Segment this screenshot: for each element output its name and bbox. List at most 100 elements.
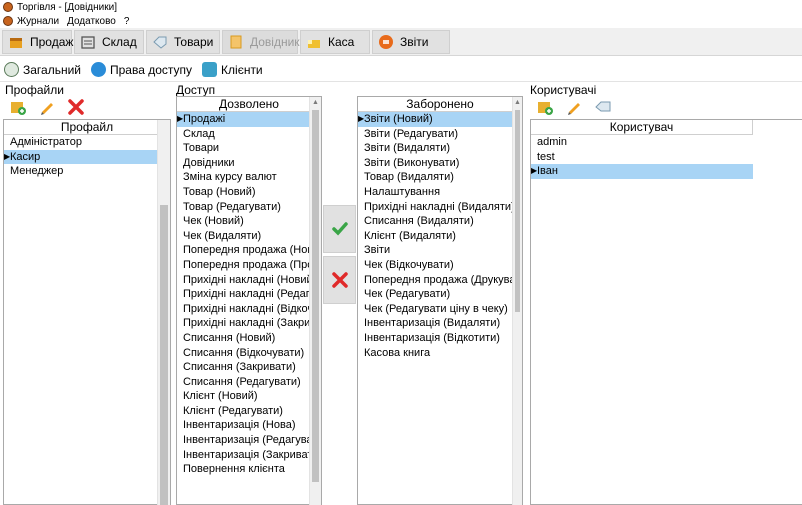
add-icon	[538, 102, 553, 115]
allowed-permission-row[interactable]: Товар (Редагувати)	[177, 200, 321, 215]
denied-permission-row[interactable]: Товар (Видаляти)	[358, 170, 522, 185]
tab-general[interactable]: Загальний	[4, 62, 81, 77]
denied-permission-row[interactable]: Інвентаризація (Видаляти)	[358, 316, 522, 331]
allow-button[interactable]	[323, 205, 356, 253]
menu-help[interactable]: ?	[124, 16, 130, 27]
toolbar-goods-button[interactable]: Товари	[146, 30, 220, 54]
users-grid[interactable]: Користувач admin test ▶ Іван	[530, 119, 802, 505]
allowed-permission-label: Попередня продажа (Провод	[183, 258, 322, 271]
allowed-permission-row[interactable]: Інвентаризація (Редагувати)	[177, 433, 321, 448]
allowed-permission-row[interactable]: Попередня продажа (Провод	[177, 258, 321, 273]
denied-permission-row[interactable]: Клієнт (Видаляти)	[358, 229, 522, 244]
profile-label: Касир	[10, 150, 41, 163]
denied-permission-row[interactable]: Списання (Видаляти)	[358, 214, 522, 229]
allowed-permission-label: Повернення клієнта	[183, 463, 285, 476]
menu-bar: Журнали Додатково ?	[0, 14, 802, 28]
denied-permission-label: Звіти (Виконувати)	[364, 156, 460, 169]
add-user-button[interactable]	[535, 97, 555, 117]
allowed-permission-row[interactable]: Прихідні накладні (Закривати	[177, 316, 321, 331]
allowed-permission-row[interactable]: Прихідні накладні (Новий)	[177, 273, 321, 288]
allowed-scrollbar[interactable]: ▲	[309, 97, 321, 505]
pencil-icon	[568, 103, 580, 115]
user-row[interactable]: test	[531, 150, 753, 165]
denied-permission-row[interactable]: Інвентаризація (Відкотити)	[358, 331, 522, 346]
allowed-permission-row[interactable]: Прихідні накладні (Відкочува	[177, 302, 321, 317]
denied-permission-row[interactable]: Попередня продажа (Друкувати	[358, 273, 522, 288]
allowed-permission-row[interactable]: Чек (Новий)	[177, 214, 321, 229]
denied-permission-row[interactable]: Звіти (Видаляти)	[358, 141, 522, 156]
allowed-permission-row[interactable]: Зміна курсу валют	[177, 170, 321, 185]
allowed-permission-label: Списання (Закривати)	[183, 361, 296, 374]
allowed-permission-row[interactable]: Списання (Відкочувати)	[177, 346, 321, 361]
allowed-permission-row[interactable]: Списання (Редагувати)	[177, 375, 321, 390]
edit-user-button[interactable]	[564, 97, 584, 117]
toolbar-warehouse-button[interactable]: Склад	[74, 30, 144, 54]
allowed-permission-row[interactable]: Клієнт (Новий)	[177, 389, 321, 404]
delete-profile-button[interactable]	[66, 97, 86, 117]
toolbar-directories-button[interactable]: Довідники	[222, 30, 306, 54]
allowed-permission-label: Клієнт (Новий)	[183, 390, 258, 403]
allowed-permission-row[interactable]: Склад	[177, 127, 321, 142]
profile-row[interactable]: Менеджер	[4, 164, 170, 179]
profile-row[interactable]: ▶ Касир	[4, 149, 170, 165]
allowed-permission-label: Продажі	[183, 113, 226, 125]
denied-permission-label: Інвентаризація (Відкотити)	[364, 331, 500, 344]
profiles-header: Профайл	[4, 120, 170, 135]
denied-permission-row[interactable]: Чек (Редагувати ціну в чеку)	[358, 302, 522, 317]
user-row[interactable]: admin	[531, 135, 753, 150]
user-tag-button[interactable]	[593, 97, 613, 117]
user-row[interactable]: ▶ Іван	[531, 164, 753, 179]
profiles-scroll-thumb[interactable]	[160, 205, 168, 505]
cart-icon	[8, 34, 24, 50]
allowed-permission-row[interactable]: Прихідні накладні (Редагува	[177, 287, 321, 302]
allowed-permission-label: Списання (Відкочувати)	[183, 346, 305, 359]
allowed-permission-row[interactable]: Інвентаризація (Нова)	[177, 418, 321, 433]
denied-permission-row[interactable]: ▶ Звіти (Новий)	[358, 112, 522, 127]
denied-permission-row[interactable]: Чек (Відкочувати)	[358, 258, 522, 273]
allowed-permission-row[interactable]: Інвентаризація (Закривати)	[177, 448, 321, 463]
profiles-scrollbar[interactable]	[157, 120, 170, 505]
allowed-permission-row[interactable]: Довідники	[177, 156, 321, 171]
scroll-up-icon[interactable]: ▲	[513, 97, 522, 109]
deny-button[interactable]	[323, 256, 356, 304]
menu-journals[interactable]: Журнали	[17, 16, 59, 27]
toolbar-cash-button[interactable]: Каса	[300, 30, 370, 54]
denied-permission-row[interactable]: Звіти (Редагувати)	[358, 127, 522, 142]
denied-scroll-thumb[interactable]	[515, 110, 520, 312]
profiles-grid[interactable]: Профайл Адміністратор ▶ Касир Менеджер	[3, 119, 171, 505]
allowed-permission-row[interactable]: Клієнт (Редагувати)	[177, 404, 321, 419]
edit-profile-button[interactable]	[37, 97, 57, 117]
allowed-permission-row[interactable]: Товари	[177, 141, 321, 156]
settings-tabs: Загальний Права доступу Клієнти	[0, 58, 802, 82]
denied-permission-label: Звіти (Новий)	[364, 113, 433, 125]
allowed-permission-row[interactable]: Товар (Новий)	[177, 185, 321, 200]
user-label: test	[537, 150, 555, 163]
profiles-title: Профайли	[5, 83, 64, 97]
tab-clients[interactable]: Клієнти	[202, 62, 263, 77]
denied-permission-row[interactable]: Чек (Редагувати)	[358, 287, 522, 302]
menu-extra[interactable]: Додатково	[67, 16, 116, 27]
denied-permission-row[interactable]: Прихідні накладні (Видаляти)	[358, 200, 522, 215]
add-profile-button[interactable]	[8, 97, 28, 117]
denied-permission-row[interactable]: Звіти	[358, 243, 522, 258]
profile-row[interactable]: Адміністратор	[4, 135, 170, 150]
scroll-up-icon[interactable]: ▲	[310, 97, 321, 109]
allowed-permission-row[interactable]: Попередня продажа (Новий)	[177, 243, 321, 258]
denied-grid[interactable]: Заборонено ▶ Звіти (Новий) Звіти (Редагува…	[357, 96, 523, 505]
allowed-permission-row[interactable]: Повернення клієнта	[177, 462, 321, 477]
denied-permission-row[interactable]: Звіти (Виконувати)	[358, 156, 522, 171]
allowed-permission-row[interactable]: ▶ Продажі	[177, 112, 321, 127]
app-menu-icon[interactable]	[3, 16, 13, 26]
tab-access-rights[interactable]: Права доступу	[91, 62, 192, 77]
allowed-scroll-thumb[interactable]	[312, 110, 319, 482]
settings-icon	[4, 62, 19, 77]
denied-permission-row[interactable]: Налаштування	[358, 185, 522, 200]
denied-scrollbar[interactable]: ▲	[512, 97, 522, 505]
allowed-permission-row[interactable]: Чек (Видаляти)	[177, 229, 321, 244]
allowed-permission-row[interactable]: Списання (Новий)	[177, 331, 321, 346]
toolbar-sales-button[interactable]: Продажі	[2, 30, 76, 54]
allowed-permission-row[interactable]: Списання (Закривати)	[177, 360, 321, 375]
toolbar-reports-button[interactable]: Звіти	[372, 30, 450, 54]
allowed-grid[interactable]: Дозволено ▶ Продажі Склад Товари Довідники Зм…	[176, 96, 322, 505]
denied-permission-row[interactable]: Касова книга	[358, 346, 522, 361]
